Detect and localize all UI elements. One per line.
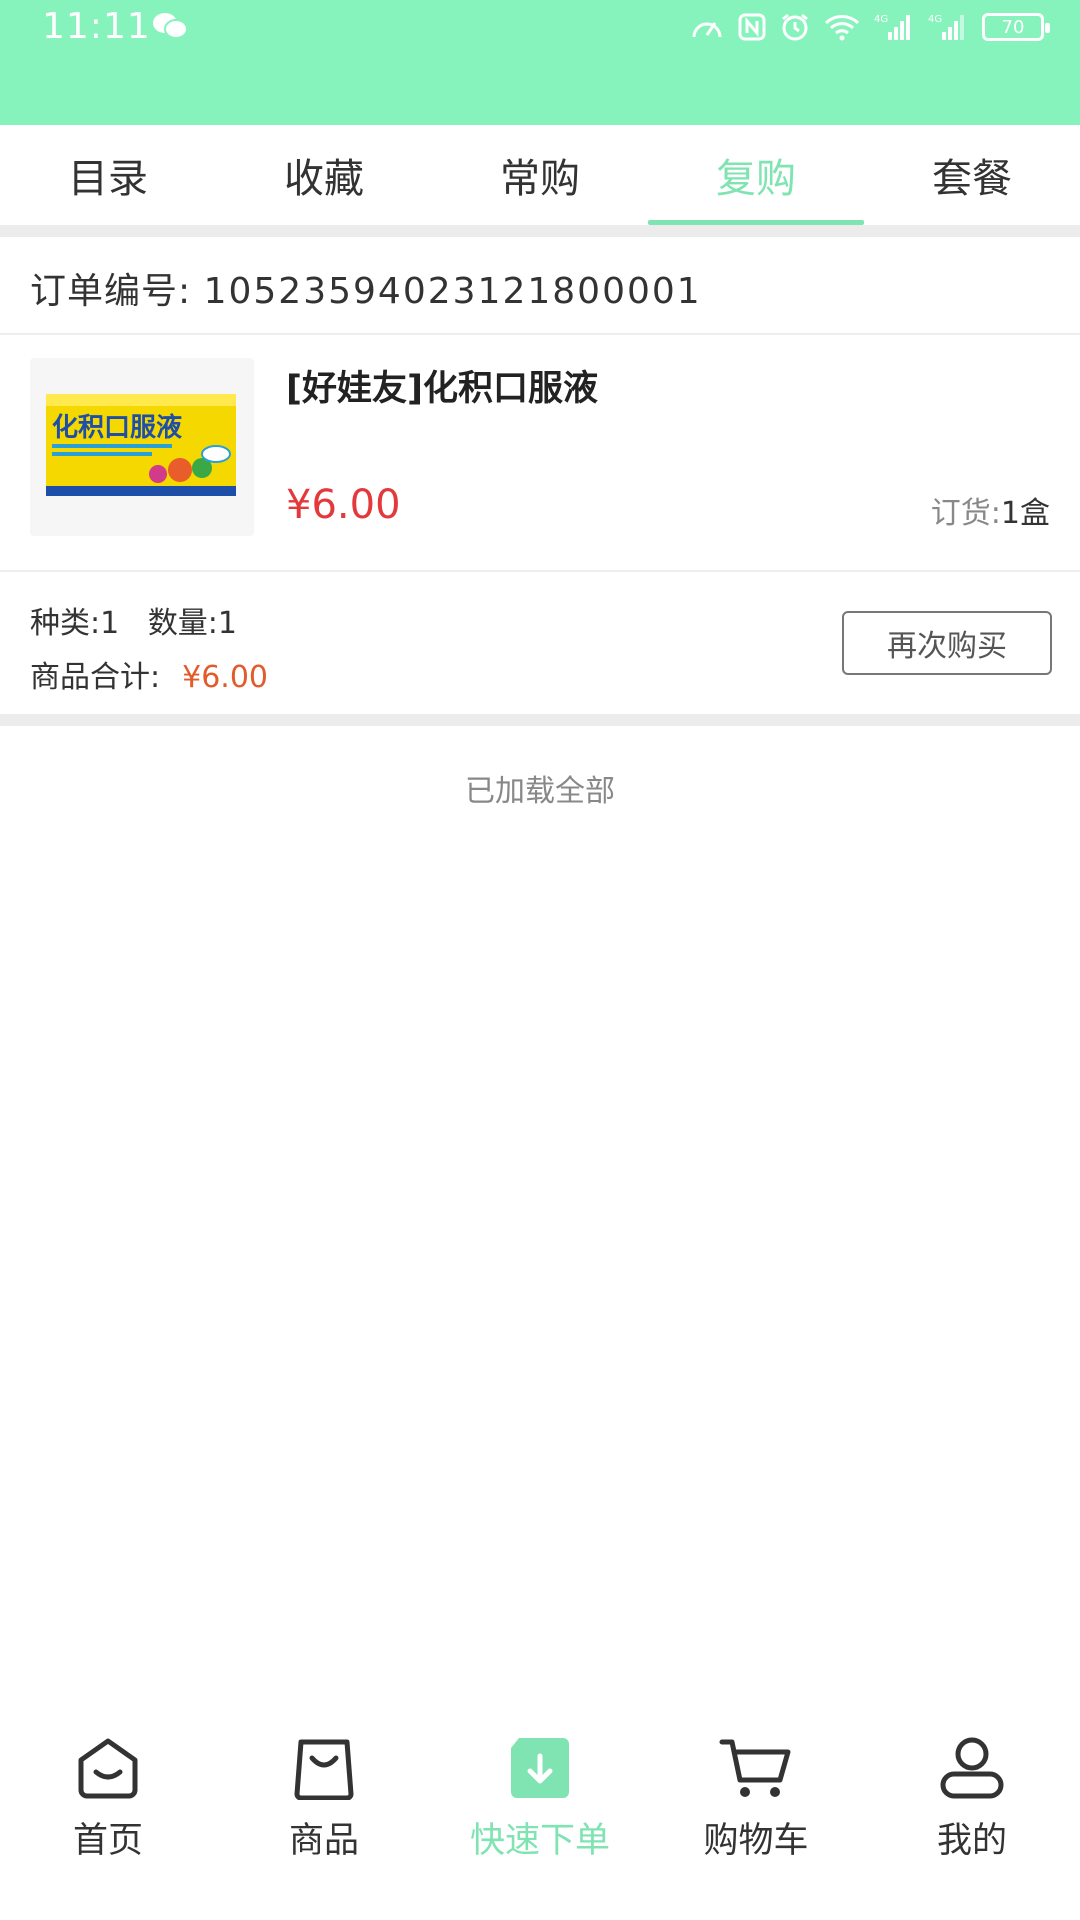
nav-home-label: 首页 [72, 1821, 143, 1861]
speed-icon [692, 22, 722, 38]
nav-home[interactable]: 首页 [0, 1720, 216, 1890]
section-divider [0, 225, 1080, 237]
order-number-label: 订单编号: [30, 271, 192, 312]
bottom-nav: 首页 商品 快速下单 购物车 我的 [0, 1720, 1080, 1890]
list-footer: 已加载全部 [465, 774, 615, 809]
total-value: ¥6.00 [182, 660, 268, 695]
tab-frequent[interactable]: 常购 [432, 125, 648, 225]
product-image-title: 化积口服液 [52, 413, 182, 443]
item-count: 数量:1 [147, 606, 238, 641]
order-number: 订单编号: 10523594023121800001 [30, 262, 702, 314]
nav-cart[interactable]: 购物车 [648, 1720, 864, 1890]
bag-icon [284, 1728, 364, 1808]
order-quantity: 订货:1盒 [931, 488, 1050, 532]
order-total: 商品合计: ¥6.00 [30, 652, 268, 696]
quick-order-icon [500, 1728, 580, 1808]
divider [0, 570, 1080, 572]
order-summary-counts: 种类:1 数量:1 [30, 598, 237, 642]
battery-level: 70 [1001, 16, 1025, 38]
nav-profile[interactable]: 我的 [864, 1720, 1080, 1890]
status-time: 11:11 [42, 6, 151, 47]
svg-text:4G: 4G [874, 14, 888, 25]
category-tabs: 目录 收藏 常购 复购 套餐 [0, 125, 1080, 225]
order-number-value: 10523594023121800001 [203, 271, 702, 312]
nav-cart-label: 购物车 [703, 1821, 809, 1861]
wechat-icon [153, 13, 188, 39]
svg-text:4G: 4G [928, 14, 942, 25]
product-image[interactable]: 化积口服液 [30, 358, 254, 536]
divider [0, 333, 1080, 335]
status-bar: 11:11 4G 4G 70 [0, 0, 1080, 125]
quantity-value: 1盒 [1000, 496, 1050, 531]
product-price: ¥6.00 [286, 482, 401, 528]
kinds-count: 种类:1 [30, 606, 120, 641]
nav-profile-label: 我的 [936, 1821, 1007, 1861]
nav-products[interactable]: 商品 [216, 1720, 432, 1890]
home-icon [68, 1728, 148, 1808]
alarm-icon [782, 13, 808, 41]
battery-icon: 70 [982, 13, 1050, 41]
signal-icon-2: 4G [928, 14, 964, 40]
tab-favorites[interactable]: 收藏 [216, 125, 432, 225]
nav-quick-order-label: 快速下单 [469, 1821, 610, 1861]
user-icon [932, 1728, 1012, 1808]
tab-rebuy[interactable]: 复购 [648, 125, 864, 225]
product-name[interactable]: [好娃友]化积口服液 [286, 360, 598, 411]
cart-icon [716, 1728, 796, 1808]
total-label: 商品合计: [30, 660, 161, 695]
status-icons: 4G 4G 70 [690, 10, 1050, 44]
nfc-icon [738, 13, 766, 41]
wifi-icon [824, 15, 860, 41]
section-divider [0, 714, 1080, 726]
tab-packages[interactable]: 套餐 [864, 125, 1080, 225]
nav-quick-order[interactable]: 快速下单 [432, 1720, 648, 1890]
signal-icon-1: 4G [874, 14, 910, 40]
nav-products-label: 商品 [288, 1821, 359, 1861]
quantity-label: 订货: [930, 496, 1001, 531]
tab-catalog[interactable]: 目录 [0, 125, 216, 225]
rebuy-button[interactable]: 再次购买 [842, 611, 1052, 675]
